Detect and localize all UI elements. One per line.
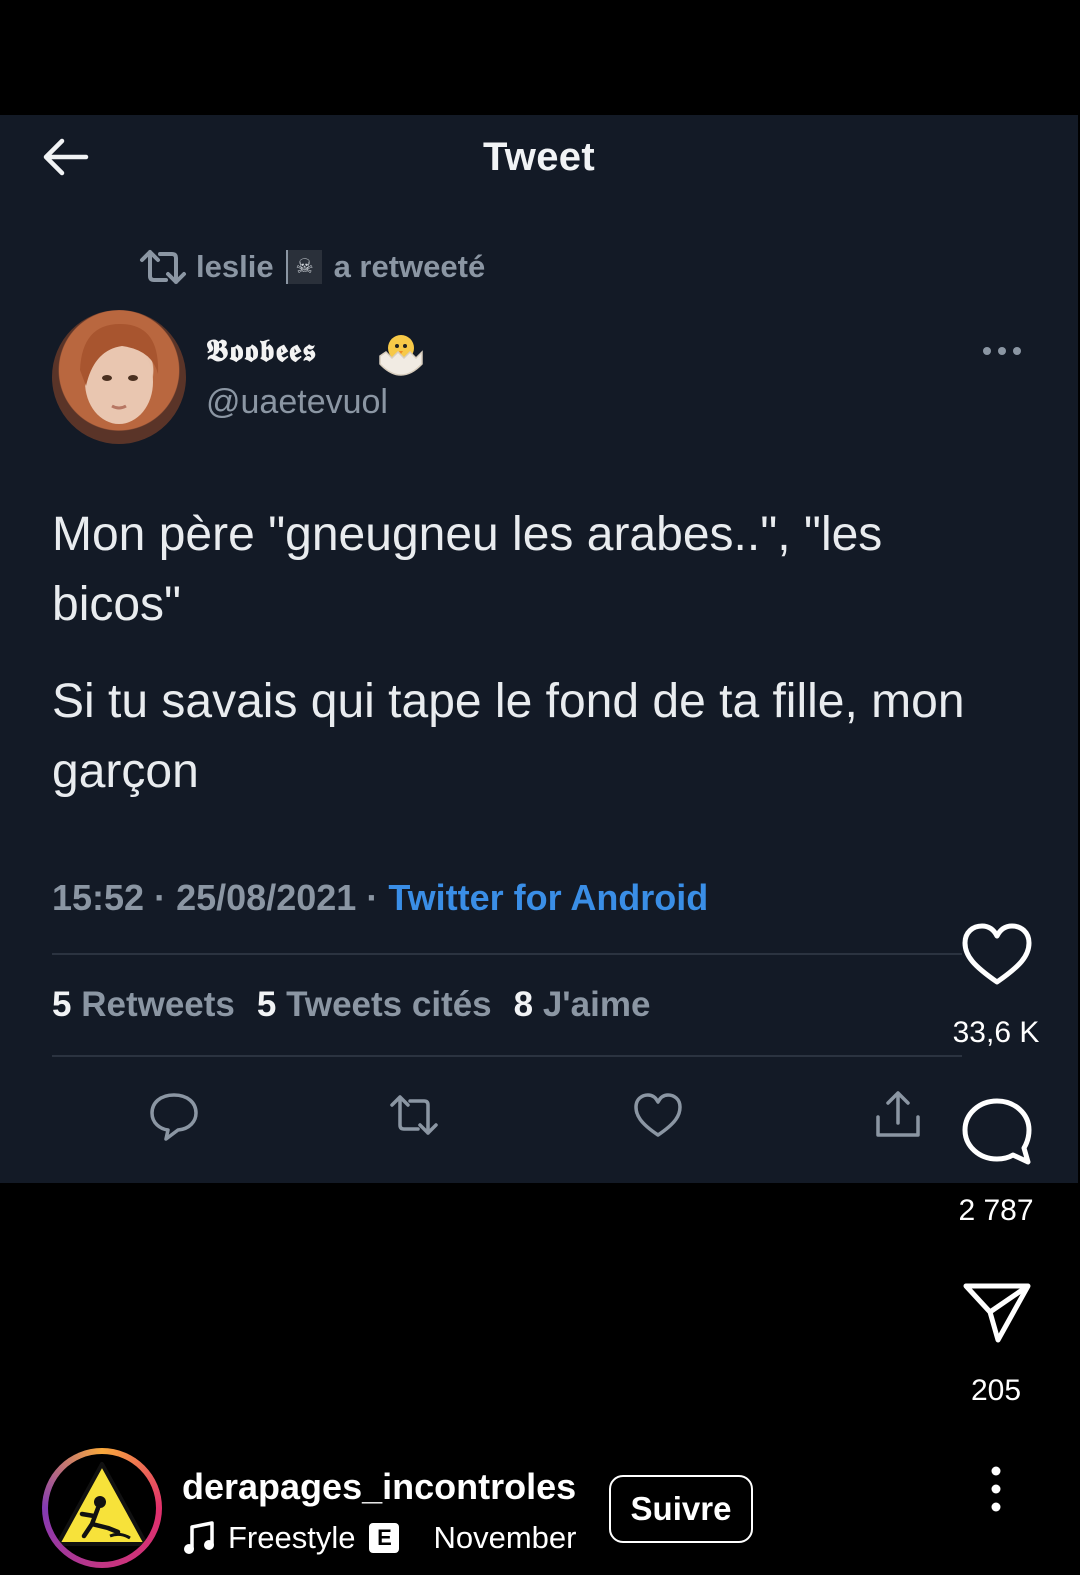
divider bbox=[52, 1055, 962, 1057]
more-options-icon[interactable] bbox=[980, 341, 1024, 361]
author-avatar[interactable] bbox=[52, 310, 186, 444]
warning-sign-logo bbox=[56, 1462, 148, 1546]
retweeted-label: a retweeté bbox=[333, 249, 486, 284]
meta-separator: · bbox=[366, 877, 379, 918]
tweet-stats: 5 Retweets 5 Tweets cités 8 J'aime bbox=[52, 985, 650, 1025]
tweet-time: 15:52 bbox=[52, 877, 145, 918]
tweet-header: Tweet bbox=[0, 115, 1078, 205]
more-vertical-icon[interactable] bbox=[984, 1466, 1008, 1512]
likes-stat[interactable]: 8 J'aime bbox=[514, 985, 651, 1025]
hatching-chick-icon bbox=[379, 335, 423, 376]
author-handle[interactable]: @uaetevuol bbox=[206, 383, 388, 422]
tweet-screenshot: Tweet leslie ☠ a retweeté 𝕭𝖔𝖔𝖇𝖊𝖊𝖘 @uaete… bbox=[0, 115, 1078, 1183]
account-username[interactable]: derapages_incontroles bbox=[182, 1466, 576, 1508]
divider bbox=[52, 953, 962, 955]
send-icon[interactable] bbox=[960, 1276, 1034, 1350]
retweet-action-icon[interactable] bbox=[386, 1087, 442, 1143]
follow-button[interactable]: Suivre bbox=[609, 1475, 753, 1543]
like-count: 33,6 K bbox=[952, 1016, 1040, 1049]
author-avatar-photo bbox=[80, 324, 159, 424]
meta-separator: · bbox=[154, 877, 167, 918]
music-info[interactable]: Freestyle E November bbox=[182, 1518, 576, 1558]
music-title: Freestyle bbox=[228, 1520, 356, 1555]
pirate-flag-icon: ☠ bbox=[285, 250, 322, 284]
tweet-text-paragraph-1: Mon père "gneugneu les arabes..", "les b… bbox=[52, 508, 883, 631]
reel-screen: Tweet leslie ☠ a retweeté 𝕭𝖔𝖔𝖇𝖊𝖊𝖘 @uaete… bbox=[0, 0, 1080, 1575]
tweet-source-link[interactable]: Twitter for Android bbox=[388, 877, 708, 918]
account-avatar[interactable] bbox=[42, 1448, 162, 1568]
explicit-badge: E bbox=[369, 1523, 400, 1553]
header-title: Tweet bbox=[483, 135, 595, 179]
tweet-date: 25/08/2021 bbox=[176, 877, 357, 918]
like-action-icon[interactable] bbox=[630, 1087, 686, 1143]
retweeted-by-line: leslie ☠ a retweeté bbox=[138, 245, 485, 289]
author-display-name[interactable]: 𝕭𝖔𝖔𝖇𝖊𝖊𝖘 bbox=[206, 333, 317, 370]
share-count: 205 bbox=[970, 1374, 1022, 1407]
music-note-icon bbox=[184, 1521, 214, 1554]
tweet-meta: 15:52 · 25/08/2021 · Twitter for Android bbox=[52, 877, 708, 919]
retweet-icon bbox=[140, 250, 186, 284]
comment-icon[interactable] bbox=[960, 1096, 1034, 1170]
share-action-icon[interactable] bbox=[870, 1087, 926, 1143]
retweeter-name[interactable]: leslie bbox=[196, 249, 274, 285]
music-artist: November bbox=[433, 1520, 577, 1555]
tweet-text-paragraph-2: Si tu savais qui tape le fond de ta fill… bbox=[52, 675, 965, 798]
retweets-stat[interactable]: 5 Retweets bbox=[52, 985, 235, 1025]
reply-icon[interactable] bbox=[146, 1087, 202, 1143]
like-icon[interactable] bbox=[960, 918, 1034, 992]
quote-tweets-stat[interactable]: 5 Tweets cités bbox=[257, 985, 492, 1025]
comment-count: 2 787 bbox=[958, 1194, 1034, 1227]
